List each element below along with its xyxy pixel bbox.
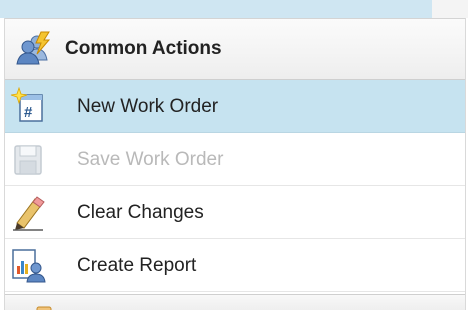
save-disk-icon xyxy=(14,145,42,175)
common-actions-screen: Common Actions # New Work Order Save Wor… xyxy=(0,0,468,310)
save-work-order-action[interactable]: Save Work Order xyxy=(5,133,465,186)
next-section-icon xyxy=(36,306,52,310)
action-label: Save Work Order xyxy=(77,149,224,170)
action-label: Create Report xyxy=(77,255,197,276)
common-actions-header[interactable]: Common Actions xyxy=(5,18,465,80)
common-actions-panel: Common Actions # New Work Order Save Wor… xyxy=(4,18,466,310)
action-label: Clear Changes xyxy=(77,202,204,223)
previous-section-scrollbar[interactable] xyxy=(432,0,468,18)
svg-text:#: # xyxy=(24,104,33,121)
section-title: Common Actions xyxy=(65,38,222,59)
eraser-pencil-icon xyxy=(13,196,45,231)
action-label: New Work Order xyxy=(77,96,219,117)
previous-section-strip xyxy=(0,0,432,18)
people-lightning-icon xyxy=(16,31,51,65)
next-section-header[interactable] xyxy=(5,294,465,310)
new-work-order-action[interactable]: # New Work Order xyxy=(5,80,465,133)
new-document-icon: # xyxy=(10,87,43,122)
report-user-icon xyxy=(12,249,46,283)
clear-changes-action[interactable]: Clear Changes xyxy=(5,186,465,239)
create-report-action[interactable]: Create Report xyxy=(5,239,465,292)
action-list: # New Work Order Save Work Order Clear C… xyxy=(5,80,465,292)
